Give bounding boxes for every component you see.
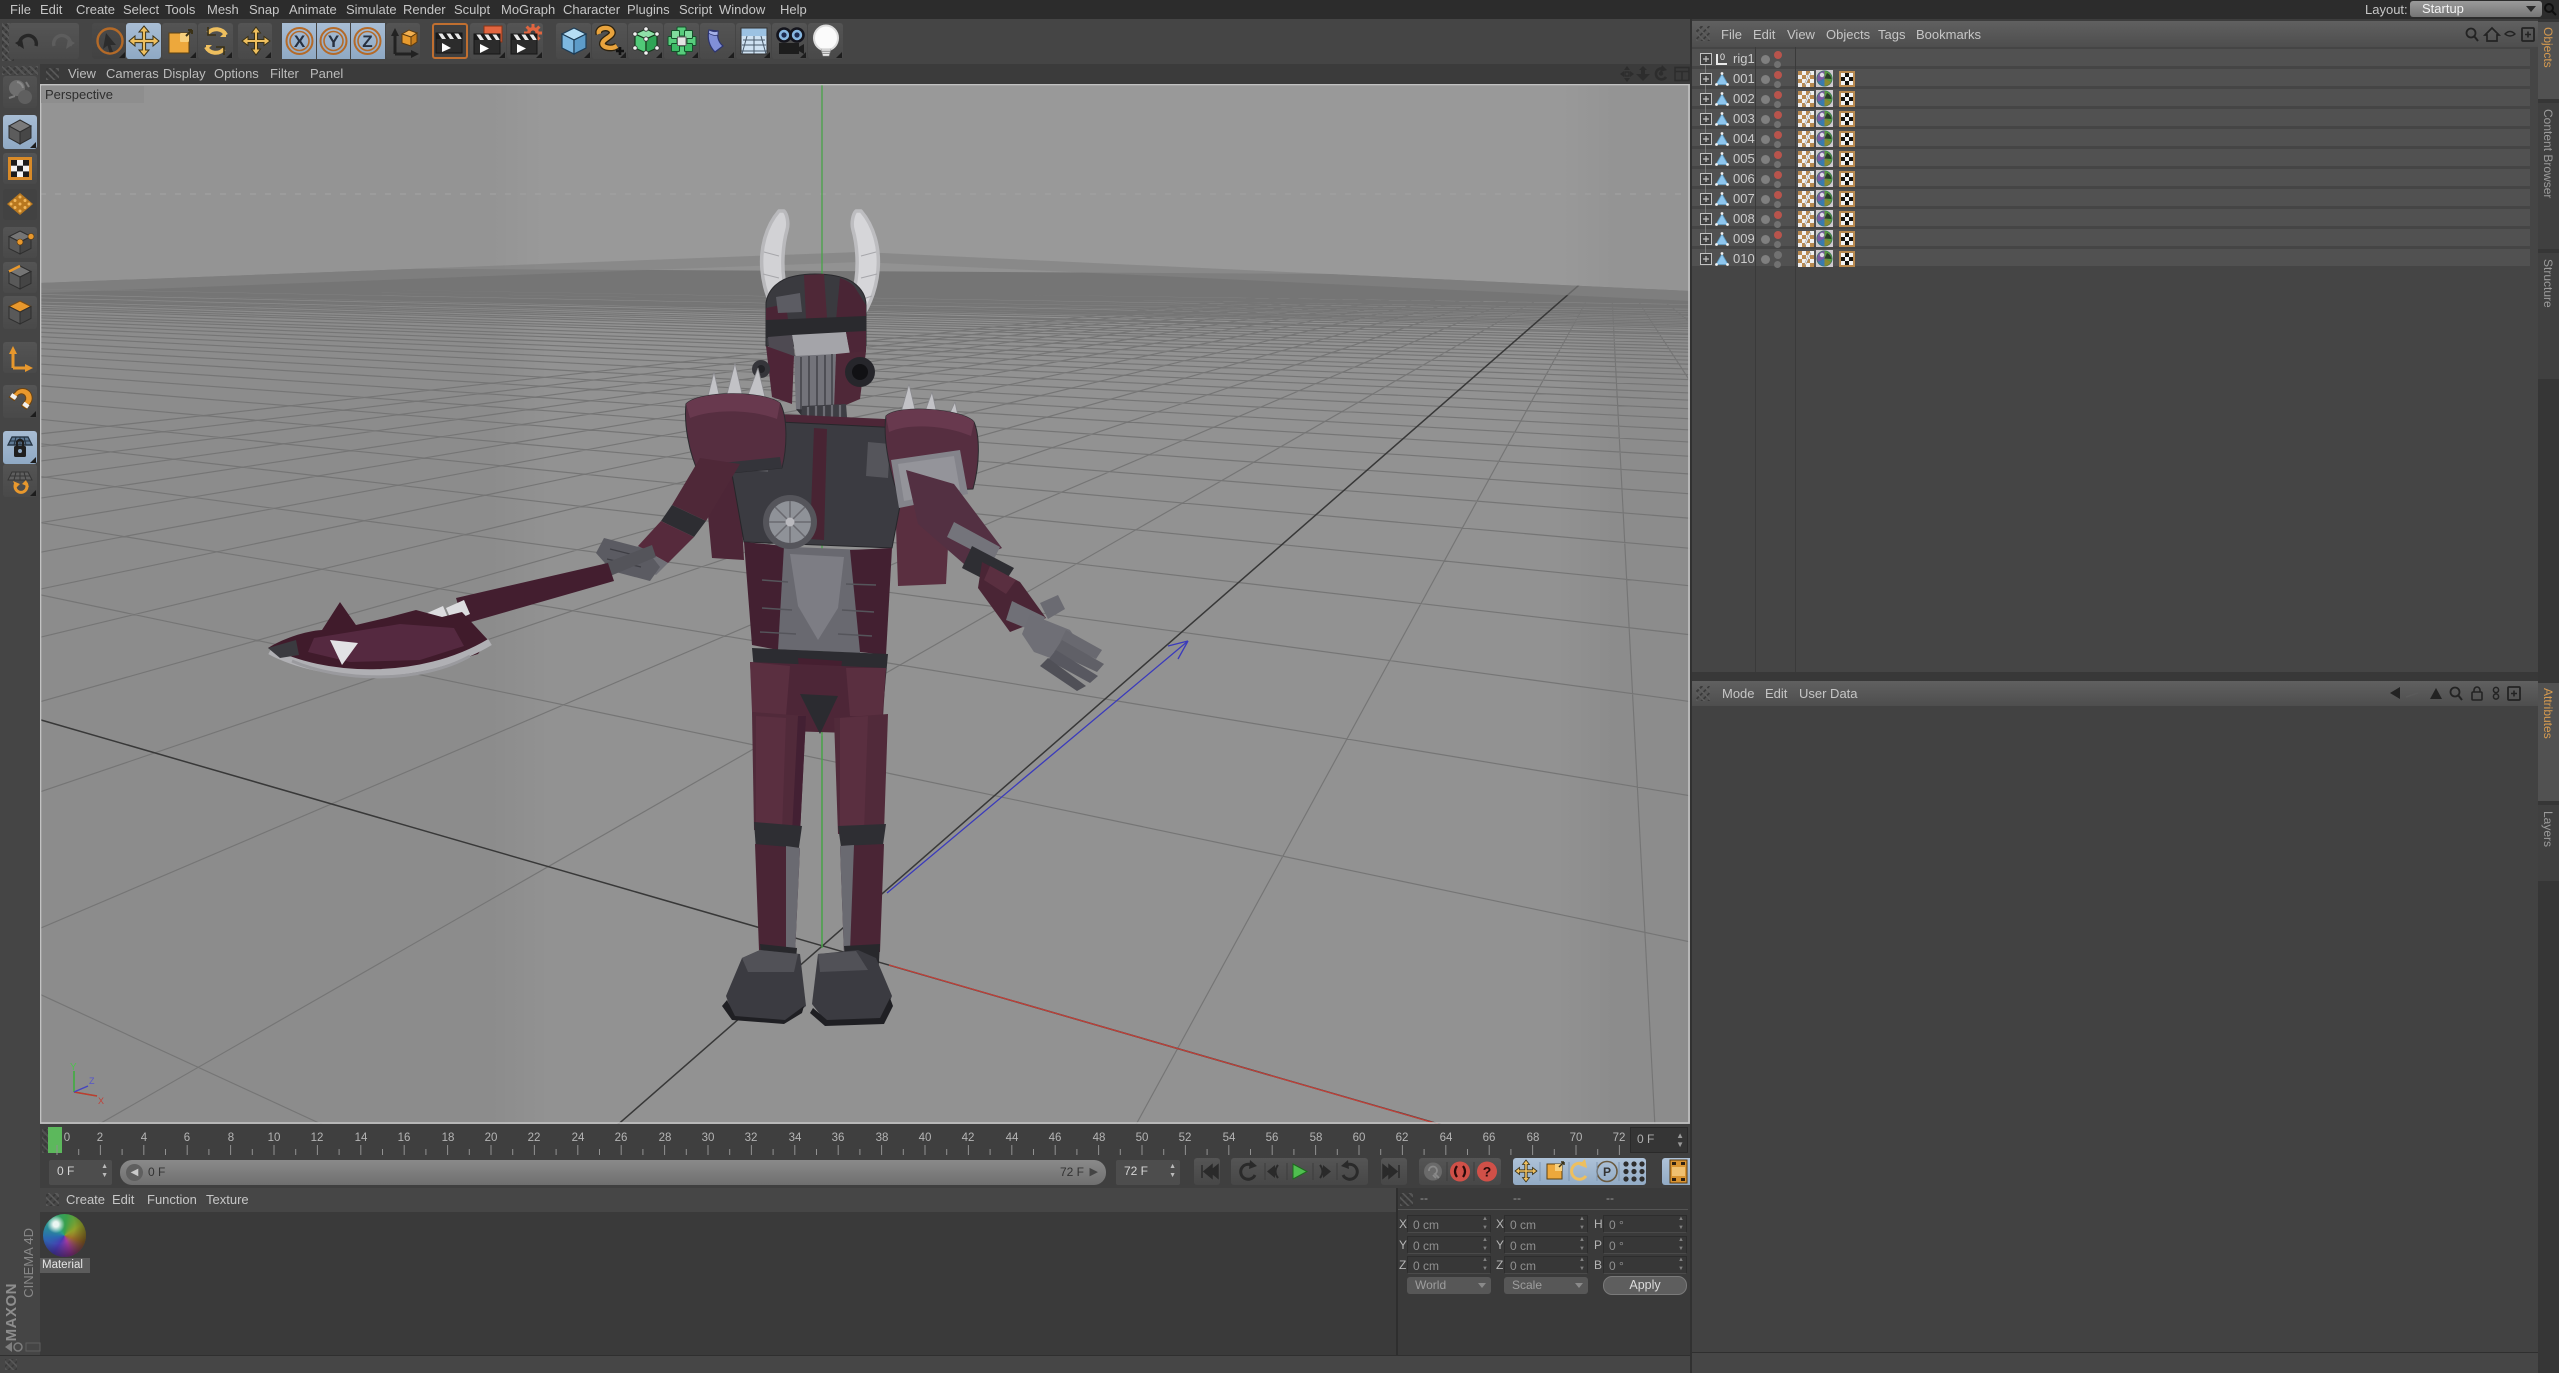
svg-text:8: 8 [228, 1132, 234, 1144]
svg-text:72: 72 [1613, 1132, 1626, 1144]
svg-text:28: 28 [659, 1132, 672, 1144]
svg-text:34: 34 [789, 1132, 802, 1144]
svg-text:38: 38 [876, 1132, 889, 1144]
svg-text:22: 22 [528, 1132, 541, 1144]
svg-text:66: 66 [1483, 1132, 1496, 1144]
svg-text:0: 0 [1720, 52, 1725, 62]
svg-text:70: 70 [1570, 1132, 1583, 1144]
svg-text:?: ? [1483, 1164, 1492, 1180]
svg-text:68: 68 [1527, 1132, 1540, 1144]
svg-text:40: 40 [919, 1132, 932, 1144]
svg-text:0: 0 [64, 1132, 70, 1144]
svg-text:2: 2 [97, 1132, 103, 1144]
svg-text:20: 20 [485, 1132, 498, 1144]
svg-text:18: 18 [442, 1132, 455, 1144]
svg-text:4: 4 [141, 1132, 148, 1144]
svg-text:10: 10 [268, 1132, 281, 1144]
svg-text:58: 58 [1310, 1132, 1323, 1144]
svg-text:26: 26 [615, 1132, 628, 1144]
svg-text:60: 60 [1353, 1132, 1366, 1144]
svg-text:16: 16 [398, 1132, 411, 1144]
svg-text:46: 46 [1049, 1132, 1062, 1144]
svg-text:24: 24 [572, 1132, 585, 1144]
svg-text:56: 56 [1266, 1132, 1279, 1144]
svg-text:52: 52 [1179, 1132, 1192, 1144]
svg-text:14: 14 [355, 1132, 368, 1144]
svg-text:50: 50 [1136, 1132, 1149, 1144]
svg-text:6: 6 [184, 1132, 190, 1144]
svg-text:54: 54 [1223, 1132, 1236, 1144]
svg-text:44: 44 [1006, 1132, 1019, 1144]
svg-text:62: 62 [1396, 1132, 1409, 1144]
svg-text:64: 64 [1440, 1132, 1453, 1144]
svg-text:30: 30 [702, 1132, 715, 1144]
svg-text:P: P [1603, 1165, 1611, 1179]
svg-text:32: 32 [745, 1132, 758, 1144]
svg-text:48: 48 [1093, 1132, 1106, 1144]
svg-text:36: 36 [832, 1132, 845, 1144]
svg-text:42: 42 [962, 1132, 975, 1144]
svg-text:12: 12 [311, 1132, 324, 1144]
